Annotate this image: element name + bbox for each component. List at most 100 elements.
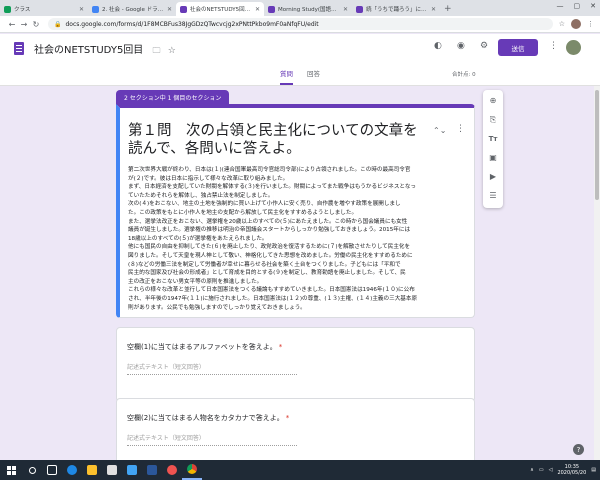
form-title[interactable]: 社会のNETSTUDY5回目 🗀 ☆: [34, 41, 176, 59]
description-line: 民主的な国家及び社会の形成者」として育成を目的とする(９)を制定し、教育勅語を廃…: [128, 270, 406, 277]
taskbar-app-icon[interactable]: [162, 460, 182, 480]
description-line: た。この政策をもとに小作人を地主の支配から解放して民主化をすすめるようとしました…: [128, 209, 358, 216]
taskbar-mail-icon[interactable]: [122, 460, 142, 480]
import-questions-icon[interactable]: ⎘: [486, 113, 500, 126]
description-line: まず、日本経済を支配していた財閥を解体する(３)を行いました。財閥によってまた戦…: [128, 184, 417, 191]
maximize-icon[interactable]: ▢: [574, 2, 581, 10]
add-section-icon[interactable]: ☰: [486, 189, 500, 202]
question-card[interactable]: 空欄(2)に当てはまる人物名をカタカナで答えよ。 * 記述式テキスト（短文回答）: [116, 398, 475, 468]
form-title-text: 社会のNETSTUDY5回目: [34, 45, 144, 56]
tab-title: 続「うちで踊ろう」にチャレンジ!...: [366, 7, 429, 13]
section-more-icon[interactable]: ⋮: [456, 124, 465, 134]
short-answer-field[interactable]: 記述式テキスト（短文回答）: [127, 433, 297, 446]
taskbar-explorer-icon[interactable]: [82, 460, 102, 480]
close-icon[interactable]: ✕: [343, 6, 348, 13]
network-icon[interactable]: ▭: [539, 467, 544, 473]
scrollbar-thumb[interactable]: [595, 90, 599, 200]
settings-gear-icon[interactable]: ⚙: [480, 41, 488, 51]
description-line: 図りました。そして天皇を現人神として敬い、神格化してきた思想を改めました。労働の…: [128, 252, 413, 259]
description-line: され、半年後の1947年(１１)に施行されました。日本国憲法は(１２)の尊重、(…: [128, 295, 418, 302]
close-icon[interactable]: ✕: [431, 6, 436, 13]
window-controls: — ▢ ✕: [557, 2, 597, 10]
forms-icon: [356, 5, 363, 13]
add-image-icon[interactable]: ▣: [486, 151, 500, 164]
tab-responses[interactable]: 回答: [307, 68, 320, 85]
notifications-icon[interactable]: ▤: [591, 467, 596, 473]
total-score: 合計点: 0: [452, 72, 476, 78]
drive-icon: [92, 5, 99, 13]
question-label-text: 空欄(2)に当てはまる人物名をカタカナで答えよ。: [127, 414, 284, 422]
new-tab-icon[interactable]: +: [444, 4, 452, 14]
add-title-icon[interactable]: Tт: [486, 132, 500, 145]
browser-menu-icon[interactable]: ⋮: [587, 20, 594, 28]
tab-title: クラス: [14, 7, 31, 13]
reload-icon[interactable]: ↻: [30, 20, 42, 29]
description-line: 第二次世界大戦が終わり、日本は(１)(連合国軍最高司令官総司令部)により占領され…: [128, 167, 411, 173]
volume-icon[interactable]: ◁: [549, 467, 553, 473]
add-question-icon[interactable]: ⊕: [486, 94, 500, 107]
browser-tab-form[interactable]: 社会のNETSTUDY5回目 - G...✕: [176, 2, 264, 16]
description-line: 則があります。公民でも勉強しますのでしっかり覚えておきましょう。: [128, 304, 306, 311]
system-tray: ∧ ▭ ◁ 10:35 2020/05/20 ▤: [530, 464, 600, 476]
taskbar-store-icon[interactable]: [102, 460, 122, 480]
taskbar-edge-icon[interactable]: [62, 460, 82, 480]
url-text: docs.google.com/forms/d/1F8MCBFus38JgGDz…: [65, 20, 319, 28]
required-marker: *: [285, 414, 290, 422]
close-icon[interactable]: ✕: [167, 6, 172, 13]
close-window-icon[interactable]: ✕: [590, 2, 596, 10]
close-icon[interactable]: ✕: [79, 6, 84, 13]
browser-profile-avatar[interactable]: [571, 19, 581, 29]
description-line: また、選挙法改正をおこない、選挙権を20歳以上のすべての(５)にあたえました。こ…: [128, 218, 408, 225]
lock-icon: 🔒: [54, 20, 62, 28]
section-title[interactable]: 第１問 次の占領と民主化についての文章を読んで、各問いに答えよ。: [128, 122, 422, 158]
tab-questions[interactable]: 質問: [280, 68, 293, 85]
collapse-icon[interactable]: ⌃⌄: [433, 126, 446, 135]
add-video-icon[interactable]: ▶: [486, 170, 500, 183]
back-icon[interactable]: ←: [6, 20, 18, 29]
browser-tab-classroom[interactable]: クラス ✕: [0, 2, 88, 16]
minimize-icon[interactable]: —: [557, 2, 564, 10]
section-label: 2 セクション中 1 個目のセクション: [116, 90, 230, 105]
short-answer-field[interactable]: 記述式テキスト（短文回答）: [127, 362, 297, 375]
avatar[interactable]: [566, 40, 581, 55]
question-label: 空欄(2)に当てはまる人物名をカタカナで答えよ。 *: [127, 413, 289, 423]
windows-taskbar: ∧ ▭ ◁ 10:35 2020/05/20 ▤: [0, 460, 600, 480]
more-options-icon[interactable]: ⋮: [549, 41, 558, 51]
browser-tab-morning[interactable]: Morning Study(国語編) 第...✕: [264, 2, 352, 16]
help-icon[interactable]: ?: [573, 444, 584, 455]
preview-eye-icon[interactable]: ◉: [457, 41, 465, 51]
forms-logo-icon[interactable]: [14, 42, 24, 55]
section-description[interactable]: 第二次世界大戦が終わり、日本は(１)(連合国軍最高司令官総司令部)により占領され…: [128, 166, 468, 312]
description-line: これらの様々な改革と並行して日本国憲法をつくる議論もすすめていきました。日本国憲…: [128, 287, 415, 294]
description-line: 主の改正をおこない男女平等の原則を推進しました。: [128, 278, 263, 285]
description-line: 次の(４)をおこない、地主の土地を強制的に買い上げて小作人に安く売り、自作農を増…: [128, 201, 401, 208]
clock-date: 2020/05/20: [557, 470, 587, 476]
taskbar-chrome-icon[interactable]: [182, 460, 202, 480]
section-header-card[interactable]: 第１問 次の占領と民主化についての文章を読んで、各問いに答えよ。 ⌃⌄ ⋮ 第二…: [116, 104, 475, 318]
browser-tab-drive[interactable]: 2. 社会 - Google ドライブ ✕: [88, 2, 176, 16]
start-button[interactable]: [0, 460, 22, 480]
taskbar-search-icon[interactable]: [22, 460, 42, 480]
description-line: 18歳以上のすべての(５)が選挙権をあたえられました。: [128, 235, 268, 242]
send-button[interactable]: 送信: [498, 39, 538, 56]
form-tabs: 質問 回答: [0, 68, 600, 85]
description-line: (８)などの労働三法を制定して労働者が幸せに暮らせる社会を築く土台をつくりました…: [128, 261, 401, 268]
tab-title: 2. 社会 - Google ドライブ: [102, 7, 165, 13]
forward-icon[interactable]: →: [18, 20, 30, 29]
question-card[interactable]: 空欄(1)に当てはまるアルファベットを答えよ。 * 記述式テキスト（短文回答）: [116, 327, 475, 402]
taskbar-word-icon[interactable]: [142, 460, 162, 480]
star-icon[interactable]: ☆: [168, 46, 176, 56]
browser-tab-challenge[interactable]: 続「うちで踊ろう」にチャレンジ!...✕: [352, 2, 440, 16]
clock[interactable]: 10:35 2020/05/20: [557, 464, 586, 476]
browser-tab-strip: クラス ✕ 2. 社会 - Google ドライブ ✕ 社会のNETSTUDY5回目…: [0, 0, 600, 16]
close-icon[interactable]: ✕: [255, 6, 260, 13]
tray-up-arrow-icon[interactable]: ∧: [530, 467, 534, 473]
taskbar-taskview-icon[interactable]: [42, 460, 62, 480]
description-line: が(２)です。彼は日本に指示して様々な改革に取り組みました。: [128, 175, 289, 182]
windows-logo-icon: [6, 465, 16, 475]
folder-icon[interactable]: 🗀: [153, 46, 161, 55]
star-icon[interactable]: ☆: [559, 20, 565, 28]
palette-icon[interactable]: ◐: [434, 41, 442, 51]
forms-icon: [180, 5, 187, 13]
address-bar[interactable]: 🔒 docs.google.com/forms/d/1F8MCBFus38JgG…: [48, 18, 553, 30]
